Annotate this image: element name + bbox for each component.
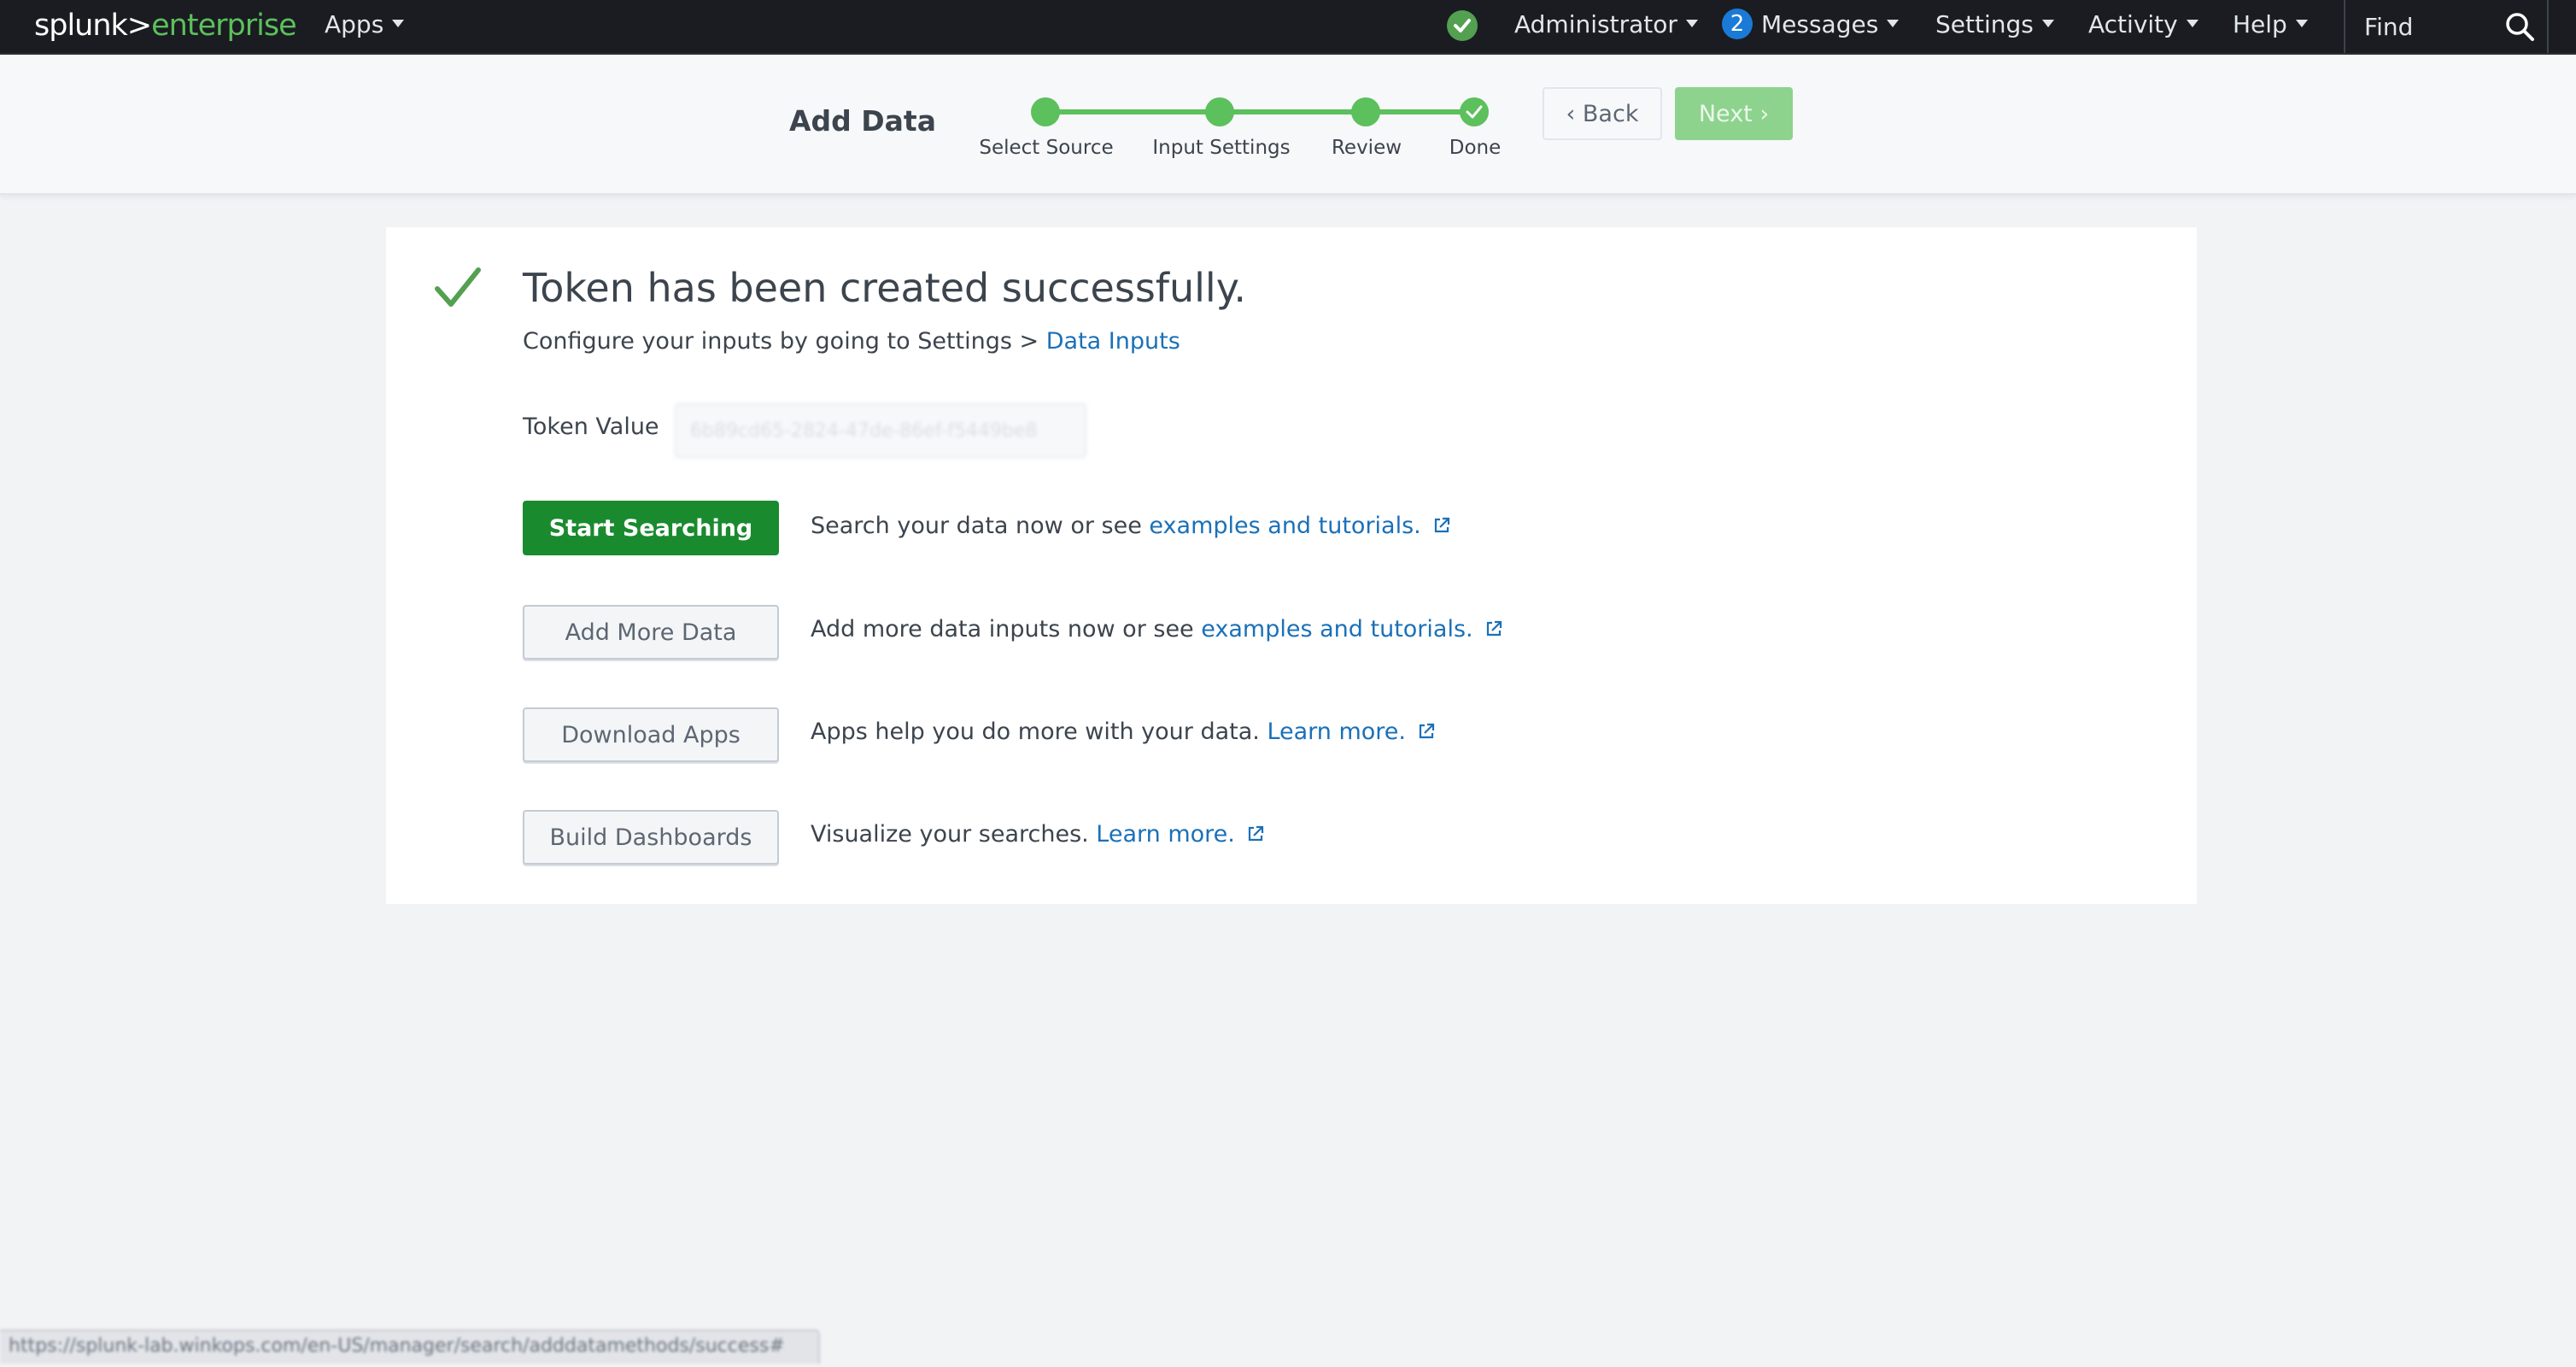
status-bar-url: https://splunk-lab.winkops.com/en-US/man… xyxy=(0,1329,820,1364)
chevron-down-icon xyxy=(392,19,405,27)
success-panel: Token has been created successfully. Con… xyxy=(386,227,2197,904)
action-text: Add more data inputs now or see xyxy=(811,616,1202,642)
activity-menu[interactable]: Activity xyxy=(2088,0,2198,50)
logo-enterprise-text: enterprise xyxy=(151,9,296,43)
user-menu-label: Administrator xyxy=(1514,10,1677,38)
action-text: Visualize your searches. xyxy=(811,821,1097,848)
external-link-icon[interactable] xyxy=(1485,620,1502,637)
token-value-field[interactable] xyxy=(675,403,1086,458)
chevron-down-icon xyxy=(2041,19,2054,27)
subtitle-text: Configure your inputs by going to Settin… xyxy=(523,328,1046,355)
build-dashboards-description: Visualize your searches. Learn more. xyxy=(811,821,1264,848)
action-text: Apps help you do more with your data. xyxy=(811,719,1268,745)
find-input[interactable] xyxy=(2362,0,2499,53)
messages-menu[interactable]: 2 Messages xyxy=(1722,0,1900,50)
download-apps-description: Apps help you do more with your data. Le… xyxy=(811,719,1435,745)
learn-more-link[interactable]: Learn more. xyxy=(1267,719,1406,745)
step-dot-select-source xyxy=(1031,97,1060,126)
chevron-down-icon xyxy=(1685,19,1698,27)
add-more-data-button[interactable]: Add More Data xyxy=(523,605,779,660)
activity-menu-label: Activity xyxy=(2088,10,2178,38)
chevron-down-icon xyxy=(2295,19,2308,27)
step-label-select-source: Select Source xyxy=(979,137,1114,159)
step-label-input-settings: Input Settings xyxy=(1152,137,1291,159)
logo-splunk-text: splunk> xyxy=(34,9,152,43)
chevron-down-icon xyxy=(1887,19,1900,27)
add-data-wizard-header: Add Data Select Source Input Settings Re… xyxy=(0,55,2576,195)
data-inputs-link[interactable]: Data Inputs xyxy=(1046,328,1180,355)
external-link-icon[interactable] xyxy=(1247,825,1264,842)
settings-menu-label: Settings xyxy=(1935,10,2034,38)
examples-tutorials-link[interactable]: examples and tutorials. xyxy=(1149,513,1420,539)
external-link-icon[interactable] xyxy=(1433,517,1450,534)
back-button[interactable]: ‹ Back xyxy=(1543,87,1662,140)
step-dot-input-settings xyxy=(1205,97,1234,126)
success-check-icon xyxy=(435,267,481,307)
examples-tutorials-link[interactable]: examples and tutorials. xyxy=(1201,616,1472,642)
start-searching-description: Search your data now or see examples and… xyxy=(811,513,1450,539)
success-title: Token has been created successfully. xyxy=(523,265,1246,311)
messages-count-badge: 2 xyxy=(1722,9,1753,39)
step-label-done: Done xyxy=(1449,137,1502,159)
chevron-down-icon xyxy=(2186,19,2198,27)
success-subtitle: Configure your inputs by going to Settin… xyxy=(523,328,1180,355)
add-more-data-description: Add more data inputs now or see examples… xyxy=(811,616,1502,642)
action-text: Search your data now or see xyxy=(811,513,1150,539)
apps-menu-label: Apps xyxy=(325,10,384,38)
apps-menu[interactable]: Apps xyxy=(325,0,405,50)
messages-menu-label: Messages xyxy=(1761,10,1879,38)
top-navigation-bar: splunk>enterprise Apps Administrator 2 Me… xyxy=(0,0,2576,55)
help-menu[interactable]: Help xyxy=(2233,0,2308,50)
checkmark-icon xyxy=(1466,105,1483,119)
external-link-icon[interactable] xyxy=(1418,723,1435,740)
token-value-label: Token Value xyxy=(523,414,659,440)
search-icon[interactable] xyxy=(2504,11,2535,42)
start-searching-button[interactable]: Start Searching xyxy=(523,501,779,555)
health-status-ok-icon[interactable] xyxy=(1447,10,1478,41)
wizard-progress-line xyxy=(1045,109,1474,114)
download-apps-button[interactable]: Download Apps xyxy=(523,707,779,762)
help-menu-label: Help xyxy=(2233,10,2287,38)
learn-more-link[interactable]: Learn more. xyxy=(1096,821,1235,848)
next-button: Next › xyxy=(1675,87,1793,140)
settings-menu[interactable]: Settings xyxy=(1935,0,2054,50)
build-dashboards-button[interactable]: Build Dashboards xyxy=(523,810,779,865)
step-dot-review xyxy=(1351,97,1380,126)
find-search-box xyxy=(2344,0,2549,53)
step-dot-done xyxy=(1460,97,1489,126)
page-title: Add Data xyxy=(789,104,936,138)
user-menu[interactable]: Administrator xyxy=(1514,0,1698,50)
splunk-logo[interactable]: splunk>enterprise xyxy=(34,7,297,44)
step-label-review: Review xyxy=(1331,137,1402,159)
